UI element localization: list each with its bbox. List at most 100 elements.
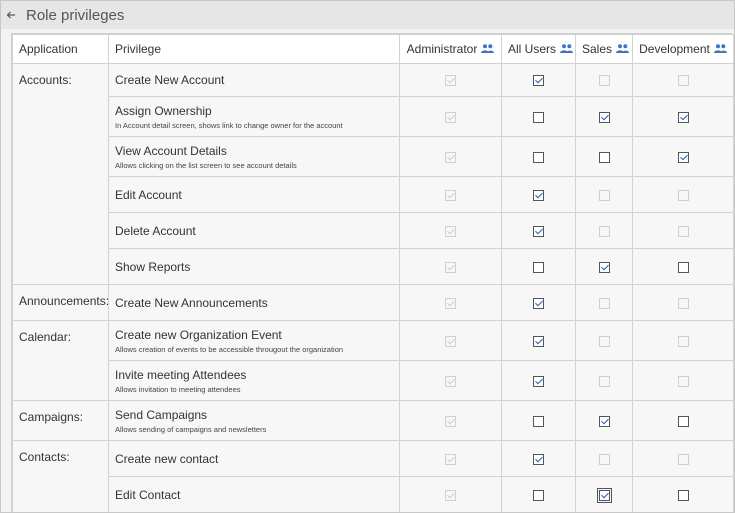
checkbox-administrator — [445, 189, 456, 201]
checkbox-sales[interactable] — [598, 111, 610, 123]
checkbox-cell-sales — [575, 63, 633, 97]
checkbox-cell-all-users — [501, 360, 576, 401]
checkbox-sales — [598, 375, 610, 387]
checkbox-cell-sales — [575, 96, 633, 137]
privilege-name: Send Campaigns — [115, 407, 208, 422]
checkbox-development — [677, 453, 689, 465]
privilege-cell: View Account Details Allows clicking on t… — [108, 136, 400, 177]
application-cell: Announcements: — [12, 284, 109, 321]
checkbox-cell-all-users — [501, 63, 576, 97]
checkbox-cell-all-users — [501, 136, 576, 177]
checkbox-cell-all-users — [501, 212, 576, 249]
column-header-all-users[interactable]: All Users — [501, 34, 576, 64]
checkbox-all-users[interactable] — [533, 375, 544, 387]
checkbox-cell-development — [632, 248, 734, 285]
checkbox-cell-all-users — [501, 176, 576, 213]
checkbox-cell-administrator — [399, 63, 502, 97]
application-cell: Accounts: — [12, 63, 109, 285]
checkbox-all-users[interactable] — [533, 489, 544, 501]
checkbox-development[interactable] — [677, 415, 689, 427]
checkbox-cell-sales — [575, 400, 633, 441]
checkbox-all-users[interactable] — [533, 111, 544, 123]
group-icon — [481, 42, 495, 56]
column-header-development[interactable]: Development — [632, 34, 734, 64]
checkbox-cell-development — [632, 360, 734, 401]
checkbox-development[interactable] — [677, 151, 689, 163]
checkbox-administrator — [445, 375, 456, 387]
privilege-cell: Create New Account — [108, 63, 400, 97]
checkbox-all-users[interactable] — [533, 415, 544, 427]
privilege-row: Accounts: Create New Account — [12, 63, 734, 285]
checkbox-development — [677, 225, 689, 237]
privilege-row: Invite meeting Attendees Allows invitatio… — [13, 360, 734, 401]
privilege-row: View Account Details Allows clicking on t… — [13, 136, 734, 177]
checkbox-all-users[interactable] — [533, 189, 544, 201]
checkbox-development — [677, 297, 689, 309]
checkbox-development — [677, 335, 689, 347]
privilege-row: Edit Contact — [13, 476, 734, 512]
checkbox-administrator — [445, 75, 456, 87]
checkbox-cell-sales — [575, 136, 633, 177]
checkbox-development — [677, 189, 689, 201]
checkbox-sales[interactable] — [598, 261, 610, 273]
checkbox-sales — [598, 297, 610, 309]
checkbox-cell-sales — [575, 320, 633, 361]
checkbox-sales[interactable] — [598, 415, 610, 427]
checkbox-cell-all-users — [501, 400, 576, 441]
checkbox-cell-development — [632, 320, 734, 361]
checkbox-administrator — [445, 151, 456, 163]
checkbox-cell-development — [632, 63, 734, 97]
privilege-cell: Show Reports — [108, 248, 400, 285]
column-header-administrator[interactable]: Administrator — [399, 34, 502, 64]
checkbox-all-users[interactable] — [533, 261, 544, 273]
checkbox-cell-development — [632, 400, 734, 441]
checkbox-all-users[interactable] — [533, 453, 544, 465]
checkbox-sales — [598, 225, 610, 237]
checkbox-administrator — [445, 489, 456, 501]
checkbox-all-users[interactable] — [533, 297, 544, 309]
privilege-name: View Account Details — [115, 143, 227, 158]
back-arrow-icon[interactable] — [4, 10, 18, 20]
checkbox-cell-development — [632, 440, 734, 477]
checkbox-development — [677, 75, 689, 87]
privilege-row: Contacts: Create new contact — [12, 440, 734, 512]
role-label: All Users — [508, 41, 557, 56]
checkbox-cell-development — [632, 96, 734, 137]
checkbox-cell-administrator — [399, 248, 502, 285]
privilege-row: Campaigns: Send Campaigns Allows sending o… — [12, 400, 734, 441]
checkbox-cell-administrator — [399, 440, 502, 477]
checkbox-administrator — [445, 415, 456, 427]
privileges-body: Accounts: Create New Account Assign Owners… — [12, 63, 734, 512]
checkbox-administrator — [445, 335, 456, 347]
checkbox-development[interactable] — [677, 261, 689, 273]
checkbox-cell-administrator — [399, 96, 502, 137]
privilege-row: Calendar: Create new Organization Event Al… — [12, 320, 734, 401]
checkbox-sales[interactable] — [596, 487, 612, 503]
checkbox-all-users[interactable] — [533, 335, 544, 347]
checkbox-sales — [598, 335, 610, 347]
checkbox-sales[interactable] — [598, 151, 610, 163]
checkbox-cell-sales — [575, 360, 633, 401]
checkbox-administrator — [445, 261, 456, 273]
checkbox-all-users[interactable] — [533, 225, 544, 237]
checkbox-all-users[interactable] — [533, 151, 544, 163]
checkbox-cell-sales — [575, 440, 633, 477]
checkbox-all-users[interactable] — [533, 75, 544, 87]
checkbox-sales — [598, 453, 610, 465]
privileges-table: Application Privilege Administrator All … — [12, 34, 734, 512]
checkbox-cell-development — [632, 136, 734, 177]
checkbox-cell-all-users — [501, 96, 576, 137]
checkbox-cell-sales — [575, 476, 633, 512]
checkbox-sales — [598, 189, 610, 201]
checkbox-cell-all-users — [501, 284, 576, 321]
column-header-sales[interactable]: Sales — [575, 34, 633, 64]
checkbox-development[interactable] — [677, 111, 689, 123]
page-title: Role privileges — [26, 6, 125, 24]
column-header-privilege: Privilege — [108, 34, 400, 64]
checkbox-cell-development — [632, 284, 734, 321]
checkbox-cell-administrator — [399, 284, 502, 321]
checkbox-cell-development — [632, 476, 734, 512]
privilege-cell: Create new contact — [108, 440, 400, 477]
checkbox-development[interactable] — [677, 489, 689, 501]
privilege-cell: Create New Announcements — [108, 284, 400, 321]
